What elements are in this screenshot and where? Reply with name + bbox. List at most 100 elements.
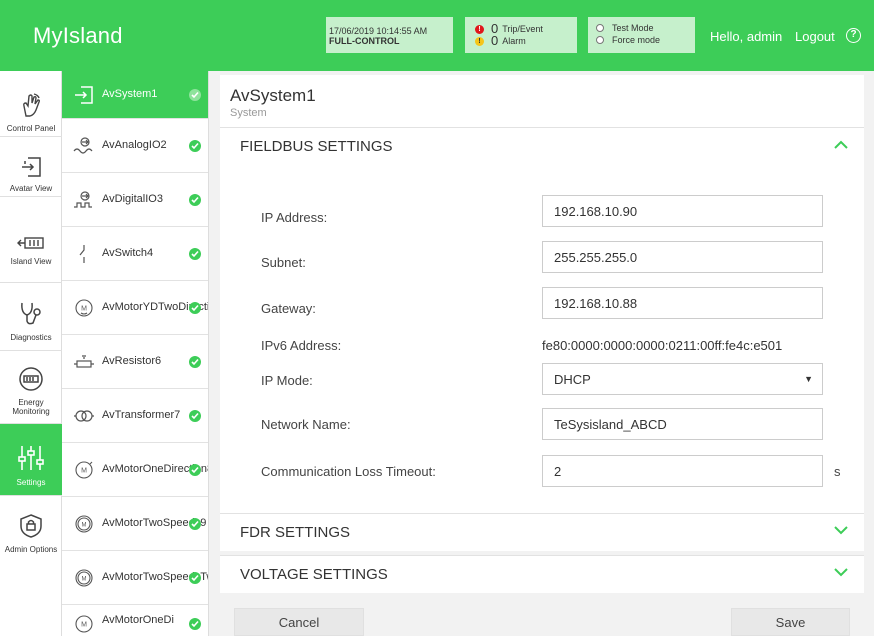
nav-label: Settings: [16, 478, 46, 487]
chevron-down-icon[interactable]: [834, 568, 848, 577]
device-item[interactable]: M AvMotorOneDi: [62, 605, 208, 636]
status-ok-icon: [189, 517, 201, 530]
section-title: FDR SETTINGS: [240, 523, 351, 541]
ipv6-row: IPv6 Address:: [261, 338, 541, 353]
status-ok-icon: [189, 88, 201, 101]
stethoscope-icon: [21, 302, 41, 325]
logout-link[interactable]: Logout: [795, 29, 835, 44]
mode-panel: Test Mode Force mode: [588, 17, 695, 53]
comm-timeout-field[interactable]: 2: [542, 455, 823, 487]
motor-icon: M: [71, 460, 97, 480]
shield-lock-icon: [20, 514, 42, 538]
nav-diagnostics[interactable]: Diagnostics: [0, 283, 62, 351]
save-button[interactable]: Save: [731, 608, 850, 636]
status-ok-icon: [189, 409, 201, 422]
transformer-icon: [71, 409, 97, 423]
app-brand: MyIsland: [33, 23, 123, 48]
device-item[interactable]: AvResistor6: [62, 335, 208, 389]
force-mode-label: Force mode: [612, 35, 661, 45]
resistor-icon: [71, 354, 97, 370]
fdr-section: FDR SETTINGS: [220, 513, 864, 551]
device-name: AvMotorYDTwoDirecti5: [102, 301, 209, 313]
nav-settings[interactable]: Settings: [0, 424, 62, 496]
subnet-label: Subnet:: [261, 255, 306, 270]
nav-energy-monitoring[interactable]: Energy Monitoring: [0, 351, 62, 424]
ipv6-value: fe80:0000:0000:0000:0211:00ff:fe4c:e501: [542, 338, 783, 353]
ip-mode-row: IP Mode:: [261, 373, 541, 388]
test-mode-radio[interactable]: [596, 24, 604, 32]
nav-label: Control Panel: [6, 124, 56, 133]
device-item[interactable]: AvSwitch4: [62, 227, 208, 281]
nav-control-panel[interactable]: Control Panel: [0, 71, 62, 137]
gateway-field[interactable]: 192.168.10.88: [542, 287, 823, 319]
digital-io-icon: [71, 190, 97, 210]
chevron-down-icon[interactable]: [834, 526, 848, 535]
ip-mode-value: DHCP: [554, 372, 591, 387]
alarm-panel[interactable]: ! 0 Trip/Event ! 0 Alarm: [465, 17, 577, 53]
device-list: AvSystem1 AvAnalogIO2 AvDigitalIO3 AvSwi…: [62, 71, 209, 636]
trip-event-label: Trip/Event: [502, 24, 543, 34]
ip-mode-label: IP Mode:: [261, 373, 313, 388]
status-ok-icon: [189, 193, 201, 206]
device-name: AvResistor6: [102, 355, 162, 367]
help-icon[interactable]: ?: [846, 28, 861, 43]
status-ok-icon: [189, 618, 201, 630]
fieldbus-section: FIELDBUS SETTINGS IP Address: 192.168.10…: [220, 127, 864, 513]
nav-label: Island View: [10, 257, 52, 266]
motor-icon: M: [71, 568, 97, 588]
gateway-row: Gateway:: [261, 301, 541, 316]
network-name-row: Network Name:: [261, 417, 541, 432]
svg-text:M: M: [82, 522, 87, 528]
device-name: AvMotorTwoSpeeds9: [102, 517, 207, 529]
subnet-row: Subnet:: [261, 255, 541, 270]
left-nav: Control Panel Avatar View Island View Di…: [0, 71, 62, 636]
status-ok-icon: [189, 463, 201, 476]
fdr-header[interactable]: FDR SETTINGS: [220, 514, 864, 550]
cancel-button[interactable]: Cancel: [234, 608, 364, 636]
force-mode-option[interactable]: Force mode: [596, 34, 695, 46]
device-name: AvDigitalIO3: [102, 193, 163, 205]
network-name-field[interactable]: TeSysisland_ABCD: [542, 408, 823, 440]
test-mode-label: Test Mode: [612, 23, 654, 33]
nav-avatar-view[interactable]: Avatar View: [0, 137, 62, 197]
comm-timeout-row: Communication Loss Timeout:: [261, 464, 541, 479]
device-item[interactable]: M AvMotorYDTwoDirecti5: [62, 281, 208, 335]
sliders-icon: [18, 446, 44, 470]
device-name: AvTransformer7: [102, 409, 181, 421]
device-item[interactable]: AvDigitalIO3: [62, 173, 208, 227]
device-item[interactable]: M AvMotorTwoSpeeds9: [62, 497, 208, 551]
force-mode-radio[interactable]: [596, 36, 604, 44]
device-item[interactable]: M AvMotorTwoSpeedsTw10: [62, 551, 208, 605]
ip-address-label: IP Address:: [261, 210, 328, 225]
chevron-up-icon[interactable]: [834, 140, 848, 149]
dropdown-arrow-icon: ▼: [804, 374, 813, 384]
status-ok-icon: [189, 355, 201, 368]
nav-label: Admin Options: [4, 545, 58, 554]
ip-address-field[interactable]: 192.168.10.90: [542, 195, 823, 227]
page-subtitle: System: [230, 107, 267, 119]
device-item[interactable]: AvTransformer7: [62, 389, 208, 443]
comm-timeout-unit: s: [834, 464, 841, 479]
test-mode-option[interactable]: Test Mode: [596, 22, 695, 34]
alarm-count: 0: [491, 33, 499, 48]
energy-meter-icon: [19, 367, 43, 391]
nav-label: Avatar View: [9, 184, 53, 193]
voltage-header[interactable]: VOLTAGE SETTINGS: [220, 556, 864, 592]
control-mode-text: FULL-CONTROL: [329, 36, 400, 46]
ip-mode-select[interactable]: DHCP ▼: [542, 363, 823, 395]
motor-icon: M: [71, 614, 97, 634]
device-item[interactable]: AvAnalogIO2: [62, 119, 208, 173]
datetime-panel: 17/06/2019 10:14:55 AM FULL-CONTROL: [326, 17, 453, 53]
device-item[interactable]: M AvMotorOneDirection8: [62, 443, 208, 497]
fieldbus-header[interactable]: FIELDBUS SETTINGS: [220, 128, 864, 164]
subnet-field[interactable]: 255.255.255.0: [542, 241, 823, 273]
svg-text:M: M: [82, 576, 87, 582]
nav-admin-options[interactable]: Admin Options: [0, 496, 62, 568]
device-item[interactable]: AvSystem1: [62, 71, 208, 119]
alarm-line: ! 0 Alarm: [475, 33, 577, 48]
nav-island-view[interactable]: Island View: [0, 197, 62, 283]
ip-address-row: IP Address:: [261, 210, 541, 225]
device-name: AvSystem1: [102, 88, 158, 100]
alarm-label: Alarm: [502, 36, 526, 46]
system-login-icon: [71, 85, 97, 105]
